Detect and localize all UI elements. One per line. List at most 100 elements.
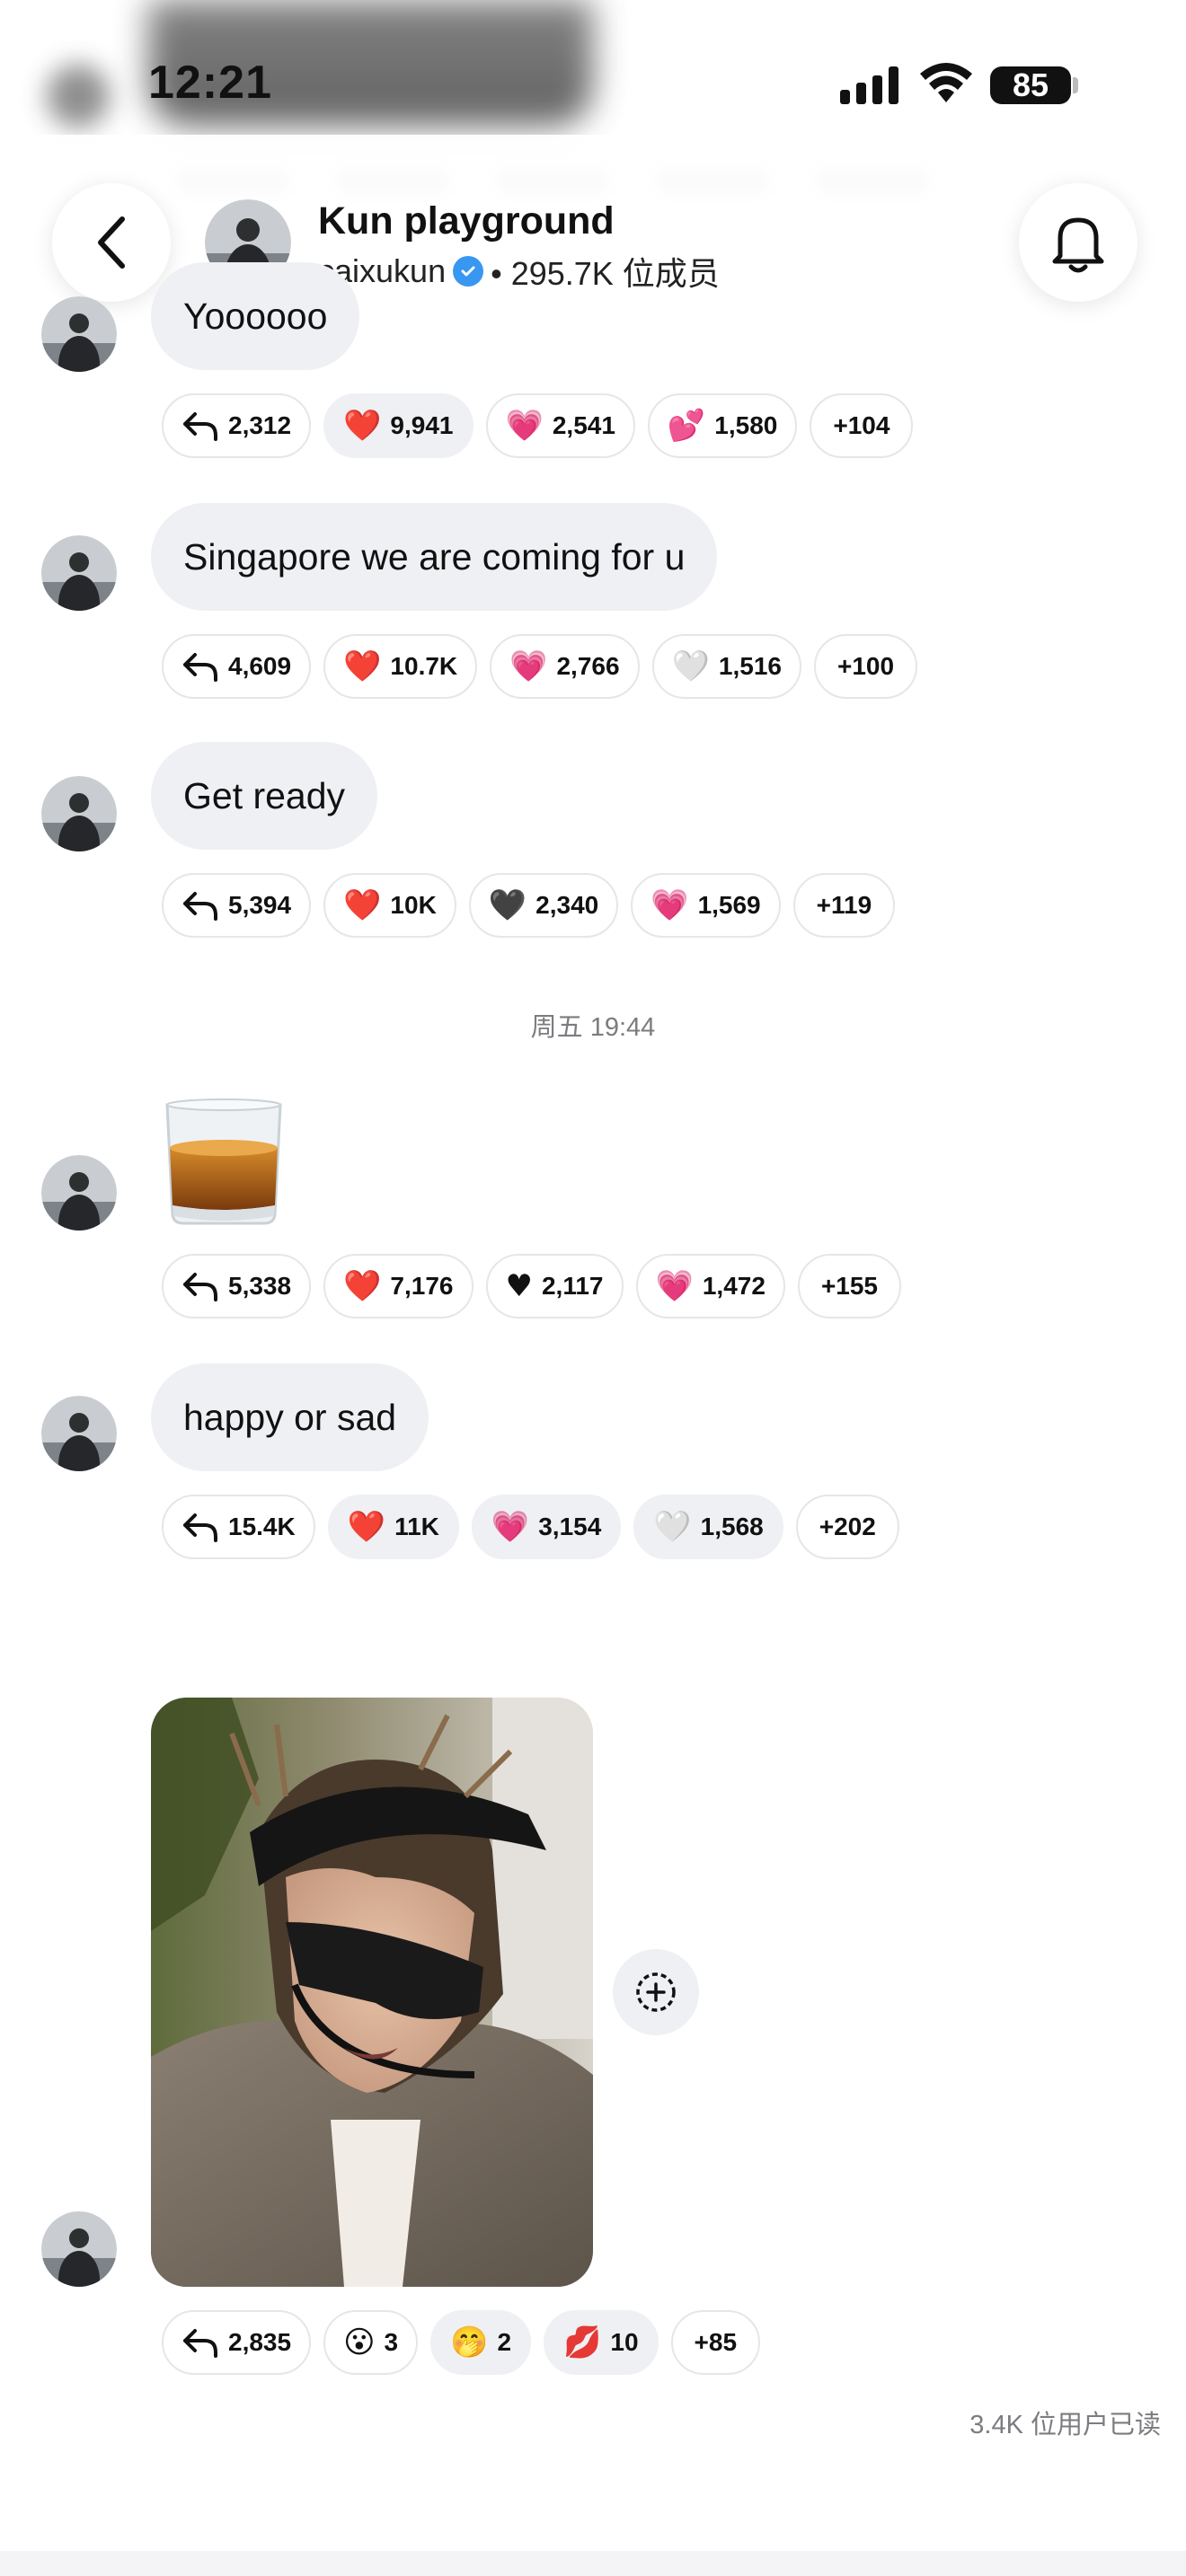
sender-avatar[interactable] — [41, 296, 117, 372]
more-reactions-chip[interactable]: +202 — [795, 1495, 899, 1559]
reaction-count: 2,541 — [552, 411, 615, 439]
reply-icon — [183, 1273, 217, 1301]
cellular-signal-icon — [840, 63, 898, 104]
kiss-mark-emoji: 💋 — [563, 2325, 602, 2360]
red-heart-emoji: ❤️ — [347, 1509, 386, 1545]
heart-suit-emoji: ♥ — [505, 1268, 533, 1304]
surprised-face-emoji: 😮 — [343, 2325, 376, 2360]
more-reactions-count: +155 — [820, 1272, 879, 1300]
reaction-chip[interactable]: 💗 1,569 — [631, 873, 781, 938]
reply-icon — [183, 892, 217, 921]
reaction-row: 5,394 ❤️ 10K 🖤 2,340 💗 1,569 +119 — [162, 873, 896, 938]
status-time: 12:21 — [148, 57, 272, 109]
more-reactions-chip[interactable]: +100 — [813, 634, 918, 699]
reply-count: 5,394 — [228, 891, 292, 919]
member-count: • 295.7K 位成员 — [491, 255, 720, 292]
reply-button[interactable]: 4,609 — [162, 634, 312, 699]
reaction-count: 1,472 — [702, 1272, 766, 1300]
group-subtitle: caixukun • 295.7K 位成员 — [318, 248, 720, 295]
reaction-count: 2,340 — [535, 891, 599, 919]
reaction-chip[interactable]: 💕 1,580 — [647, 393, 798, 458]
reaction-row: 4,609 ❤️ 10.7K 💗 2,766 🤍 1,516 +100 — [162, 634, 918, 699]
reply-button[interactable]: 2,312 — [162, 393, 312, 458]
reply-button[interactable]: 5,338 — [162, 1254, 312, 1319]
save-photo-button[interactable] — [613, 1949, 699, 2035]
more-reactions-count: +202 — [819, 1513, 876, 1540]
reaction-chip[interactable]: 💗 3,154 — [471, 1495, 622, 1559]
reply-button[interactable]: 5,394 — [162, 873, 312, 938]
composer-edge — [0, 2551, 1186, 2576]
reaction-row: 2,312 ❤️ 9,941 💗 2,541 💕 1,580 +104 — [162, 393, 914, 458]
more-reactions-count: +85 — [694, 2328, 738, 2356]
message-bubble[interactable]: Yoooooo — [151, 262, 360, 370]
reaction-chip[interactable]: 💗 1,472 — [635, 1254, 785, 1319]
red-heart-emoji: ❤️ — [343, 408, 382, 444]
reply-button[interactable]: 2,835 — [162, 2310, 312, 2375]
sender-avatar[interactable] — [41, 1396, 117, 1471]
message-bubble[interactable]: happy or sad — [151, 1363, 429, 1471]
pink-heart-emoji: 💗 — [491, 1509, 530, 1545]
reaction-count: 3,154 — [538, 1513, 602, 1540]
reaction-row: 2,835 😮 3 🤭 2 💋 10 +85 — [162, 2310, 761, 2375]
reply-button[interactable]: 15.4K — [162, 1495, 315, 1559]
reaction-chip[interactable]: ❤️ 9,941 — [323, 393, 474, 458]
reaction-chip[interactable]: ❤️ 7,176 — [323, 1254, 474, 1319]
reaction-row: 15.4K ❤️ 11K 💗 3,154 🤍 1,568 +202 — [162, 1495, 899, 1559]
reaction-chip[interactable]: 🖤 2,340 — [468, 873, 619, 938]
sender-avatar[interactable] — [41, 535, 117, 611]
reply-count: 4,609 — [228, 652, 292, 680]
date-separator: 周五 19:44 — [530, 1013, 656, 1042]
reply-count: 2,312 — [228, 411, 292, 439]
reaction-count: 9,941 — [390, 411, 454, 439]
message-bubble[interactable]: Get ready — [151, 742, 378, 850]
red-heart-emoji: ❤️ — [343, 648, 382, 684]
reaction-count: 2,117 — [541, 1272, 604, 1300]
add-circle-icon — [636, 1972, 676, 2012]
reaction-chip[interactable]: 😮 3 — [323, 2310, 419, 2375]
back-button[interactable] — [52, 183, 171, 302]
battery-cap — [1073, 77, 1078, 93]
more-reactions-count: +100 — [836, 652, 895, 680]
reaction-chip[interactable]: 💋 10 — [544, 2310, 659, 2375]
reply-icon — [183, 412, 217, 441]
group-title[interactable]: Kun playground — [318, 199, 615, 243]
black-heart-emoji: 🖤 — [488, 887, 527, 923]
reply-icon — [183, 1513, 217, 1542]
wifi-icon — [920, 63, 972, 102]
reaction-count: 3 — [384, 2328, 399, 2356]
sender-avatar[interactable] — [41, 776, 117, 851]
reaction-chip[interactable]: ❤️ 10K — [323, 873, 456, 938]
reaction-chip[interactable]: ❤️ 10.7K — [323, 634, 478, 699]
white-heart-emoji: 🤍 — [671, 648, 710, 684]
more-reactions-chip[interactable]: +104 — [810, 393, 914, 458]
pink-heart-emoji: 💗 — [655, 1268, 694, 1304]
reaction-chip[interactable]: ❤️ 11K — [327, 1495, 459, 1559]
whisky-glass-emoji[interactable] — [160, 1096, 288, 1227]
more-reactions-chip[interactable]: +85 — [670, 2310, 761, 2375]
reaction-chip[interactable]: 🤍 1,568 — [633, 1495, 783, 1559]
reaction-chip[interactable]: ♥ 2,117 — [485, 1254, 624, 1319]
reaction-count: 7,176 — [390, 1272, 454, 1300]
sender-avatar[interactable] — [41, 1155, 117, 1231]
two-hearts-emoji: 💕 — [667, 408, 706, 444]
notification-button[interactable] — [1019, 183, 1137, 302]
reaction-count: 11K — [394, 1513, 439, 1540]
reaction-chip[interactable]: 💗 2,541 — [485, 393, 635, 458]
battery-indicator: 85 — [990, 66, 1071, 104]
reply-icon — [183, 2329, 217, 2358]
pink-heart-emoji: 💗 — [505, 408, 544, 444]
more-reactions-chip[interactable]: +155 — [797, 1254, 902, 1319]
reaction-count: 1,516 — [718, 652, 782, 680]
reaction-count: 1,568 — [700, 1513, 764, 1540]
message-photo[interactable] — [151, 1698, 593, 2287]
reaction-chip[interactable]: 🤭 2 — [430, 2310, 532, 2375]
more-reactions-count: +104 — [833, 411, 890, 439]
white-heart-emoji: 🤍 — [653, 1509, 692, 1545]
reaction-chip[interactable]: 🤍 1,516 — [651, 634, 801, 699]
hand-over-mouth-emoji: 🤭 — [450, 2325, 489, 2360]
more-reactions-chip[interactable]: +119 — [792, 873, 896, 938]
reaction-row: 5,338 ❤️ 7,176 ♥ 2,117 💗 1,472 +155 — [162, 1254, 902, 1319]
sender-avatar[interactable] — [41, 2211, 117, 2287]
reaction-chip[interactable]: 💗 2,766 — [490, 634, 640, 699]
message-bubble[interactable]: Singapore we are coming for u — [151, 503, 718, 611]
